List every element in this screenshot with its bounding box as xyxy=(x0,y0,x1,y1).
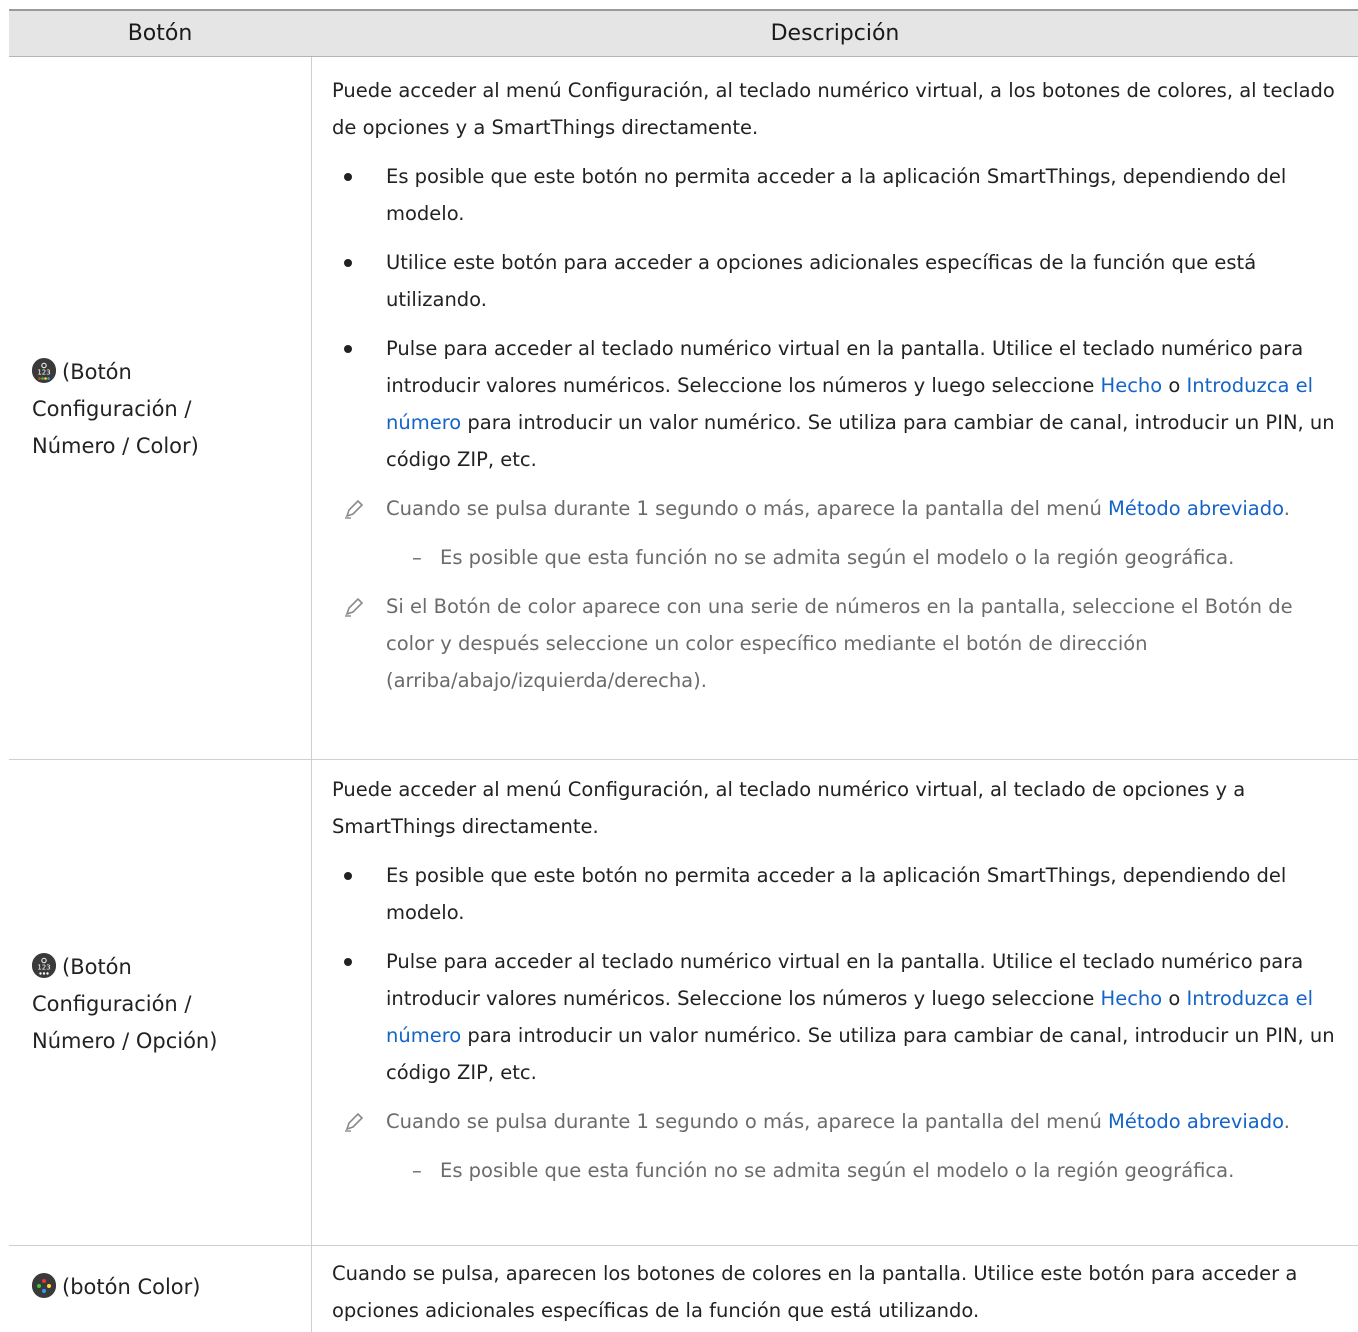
row2-button-label-3: Número / Opción) xyxy=(32,1029,218,1053)
row2-sub-note: – Es posible que esta función no se admit… xyxy=(412,1159,1235,1182)
pencil-icon xyxy=(345,1112,364,1132)
color-button-icon xyxy=(32,1273,56,1298)
header-description: Descripción xyxy=(770,21,900,46)
row1-bullet-3: Pulse para acceder al teclado numérico v… xyxy=(332,330,1342,478)
row3-button-label: (botón Color) xyxy=(62,1275,201,1299)
row2-description-cell: Puede acceder al menú Configuración, al … xyxy=(332,771,1342,1189)
row-divider xyxy=(9,1245,1358,1246)
pencil-icon xyxy=(345,597,364,617)
settings-123-color-icon: 123 xyxy=(32,358,56,383)
row1-sub-note: – Es posible que esta función no se admit… xyxy=(412,546,1235,569)
row2-bullet-2: Pulse para acceder al teclado numérico v… xyxy=(332,943,1342,1091)
row1-bullet-2: Utilice este botón para acceder a opcion… xyxy=(332,244,1342,318)
row1-button-label-1: (Botón xyxy=(62,360,132,384)
row1-description-cell: Puede acceder al menú Configuración, al … xyxy=(332,72,1342,699)
header-button: Botón xyxy=(127,21,193,46)
settings-123-option-icon: 123 xyxy=(32,953,56,978)
column-divider xyxy=(311,57,312,1332)
row2-bullet-1: Es posible que este botón no permita acc… xyxy=(332,857,1342,931)
row1-button-label-2: Configuración / xyxy=(32,397,192,421)
row2-button-cell: 123 (Botón Configuración / Número / Opci… xyxy=(32,949,302,1060)
row2-intro: Puede acceder al menú Configuración, al … xyxy=(332,778,1246,838)
row2-note-1: Cuando se pulsa durante 1 segundo o más,… xyxy=(332,1103,1342,1140)
row1-note-2: Si el Botón de color aparece con una ser… xyxy=(332,588,1342,699)
row1-button-cell: 123 (Botón Configuración / Número / Colo… xyxy=(32,354,302,465)
row1-bullet-1: Es posible que este botón no permita acc… xyxy=(332,158,1342,232)
row2-button-label-2: Configuración / xyxy=(32,992,192,1016)
pencil-icon xyxy=(345,499,364,519)
hecho-link[interactable]: Hecho xyxy=(1101,374,1163,397)
metodo-abreviado-link[interactable]: Método abreviado xyxy=(1108,1110,1284,1133)
table-header: Botón Descripción xyxy=(9,9,1358,57)
hecho-link[interactable]: Hecho xyxy=(1101,987,1163,1010)
row1-note-1: Cuando se pulsa durante 1 segundo o más,… xyxy=(332,490,1342,527)
row3-intro: Cuando se pulsa, aparecen los botones de… xyxy=(332,1262,1298,1322)
row2-button-label-1: (Botón xyxy=(62,955,132,979)
row3-button-cell: (botón Color) xyxy=(32,1269,302,1306)
row3-description-cell: Cuando se pulsa, aparecen los botones de… xyxy=(332,1255,1342,1329)
metodo-abreviado-link[interactable]: Método abreviado xyxy=(1108,497,1284,520)
row-divider xyxy=(9,759,1358,760)
row1-intro: Puede acceder al menú Configuración, al … xyxy=(332,79,1335,139)
row1-button-label-3: Número / Color) xyxy=(32,434,199,458)
svg-text:123: 123 xyxy=(37,369,50,377)
svg-text:123: 123 xyxy=(37,964,50,972)
